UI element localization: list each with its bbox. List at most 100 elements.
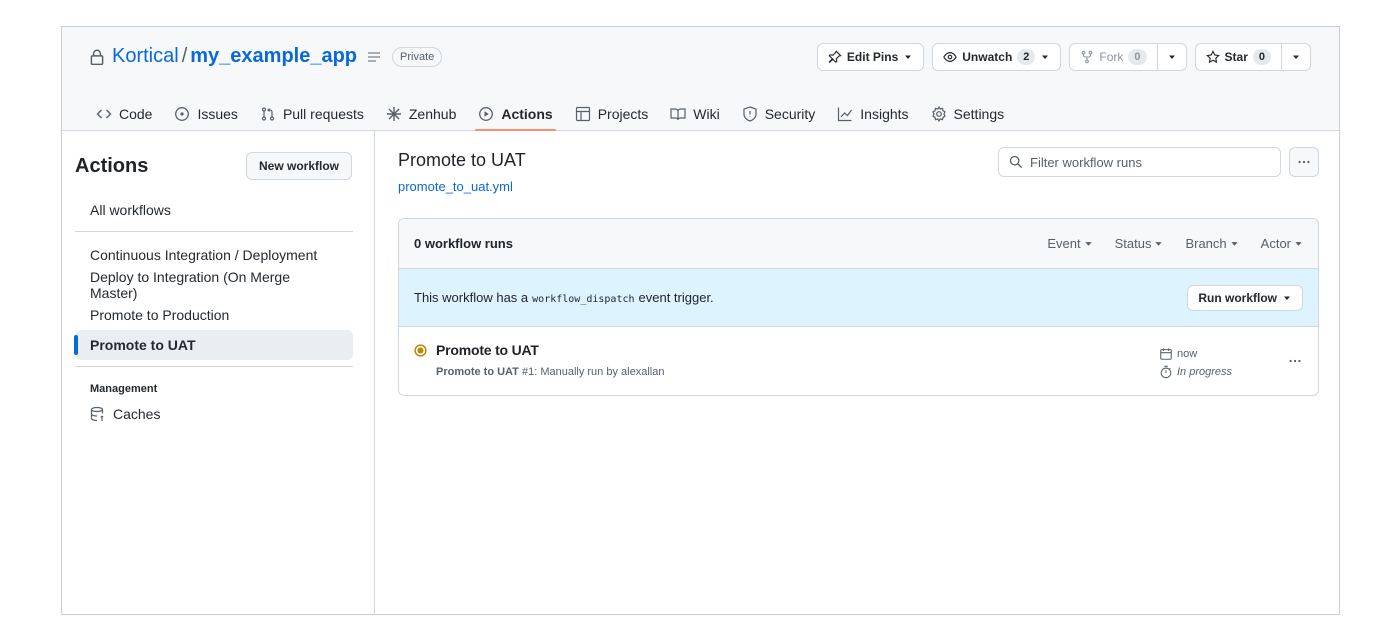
event-filter[interactable]: Event [1047,236,1092,251]
dispatch-text-after: event trigger. [638,290,714,305]
list-unordered-icon[interactable] [366,49,382,65]
star-button[interactable]: Star 0 [1194,43,1282,71]
dispatch-message: This workflow has a workflow_dispatch even… [414,290,714,305]
workflow-main: Promote to UAT promote_to_uat.yml 0 work… [398,131,1319,614]
sidebar-item-workflow-selected[interactable]: Promote to UAT [74,330,353,360]
run-meta-text: #1: Manually run by alexallan [521,366,665,378]
tab-label: Zenhub [408,106,457,122]
edit-pins-label: Edit Pins [846,50,899,64]
kebab-horizontal-icon [1298,160,1310,164]
filter-input[interactable] [1030,154,1270,170]
run-workflow-button[interactable]: Run workflow [1187,284,1303,311]
tab-wiki[interactable]: Wiki [659,97,730,131]
tab-issues[interactable]: Issues [163,97,248,131]
lock-icon [90,49,104,65]
triangle-down-icon [1042,55,1049,59]
tab-label: Insights [860,106,909,122]
sidebar-item-caches[interactable]: Caches [75,399,353,429]
code-icon [96,109,112,119]
eye-icon [943,52,958,62]
page-body: Actions New workflow All workflows Conti… [62,131,1339,614]
runs-header: 0 workflow runs Event Status Branch Acto… [399,219,1318,269]
tab-code[interactable]: Code [96,97,163,131]
tab-label: Issues [197,106,238,122]
run-status-text: In progress [1176,366,1232,378]
book-icon [670,108,686,121]
repo-forked-icon [1082,50,1093,64]
repo-separator: / [181,45,188,67]
sidebar-item-all-workflows[interactable]: All workflows [75,195,353,225]
workflow-title: Promote to UAT [398,150,526,170]
run-timing: now In progress [1159,345,1232,381]
repo-header: Kortical / my_example_app Private Edit P… [62,27,1339,131]
workflow-file-link[interactable]: promote_to_uat.yml [398,179,513,194]
filter-workflow-runs [998,147,1281,177]
new-workflow-button[interactable]: New workflow [245,152,352,180]
star-button-group: Star 0 [1194,43,1311,71]
in-progress-status-icon [414,344,427,357]
sidebar-title: Actions [75,154,149,177]
dispatch-code: workflow_dispatch [532,294,635,305]
stopwatch-icon [1160,365,1172,379]
triangle-down-icon [1231,242,1238,246]
repo-name-link[interactable]: my_example_app [190,45,357,68]
triangle-down-icon [1084,242,1092,246]
git-pull-request-icon [261,107,275,121]
tab-zenhub[interactable]: Zenhub [375,97,467,131]
play-icon [479,107,494,121]
actor-filter-label: Actor [1260,236,1291,251]
caches-label: Caches [113,406,161,422]
tab-label: Wiki [693,106,720,122]
status-filter[interactable]: Status [1115,236,1164,251]
actor-filter[interactable]: Actor [1261,236,1303,251]
table-icon [575,106,590,122]
repo-owner-link[interactable]: Kortical [112,45,179,68]
sidebar-item-workflow[interactable]: Continuous Integration / Deployment [75,240,353,270]
sidebar-item-workflow[interactable]: Deploy to Integration (On Merge Master) [75,269,353,301]
tab-insights[interactable]: Insights [826,97,919,131]
triangle-down-icon [1284,296,1290,300]
tab-label: Code [119,106,153,122]
tab-security[interactable]: Security [731,97,827,131]
repo-title: Kortical / my_example_app Private [88,45,443,68]
star-label: Star [1224,50,1248,64]
actions-sidebar: Actions New workflow All workflows Conti… [62,131,375,614]
sidebar-header: Actions New workflow [75,152,352,180]
more-options-button[interactable] [1289,147,1319,177]
triangle-down-icon [905,55,912,59]
run-workflow-label: Run workflow [1198,290,1277,305]
unwatch-button[interactable]: Unwatch 2 [932,43,1062,71]
fork-button[interactable]: Fork 0 [1069,43,1158,71]
star-dropdown-button[interactable] [1282,43,1311,71]
tab-settings[interactable]: Settings [920,97,1016,131]
triangle-down-icon [1295,242,1302,246]
unwatch-label: Unwatch [962,50,1013,64]
tab-label: Security [764,106,816,122]
run-title-link[interactable]: Promote to UAT [436,342,539,358]
database-icon [90,406,104,422]
issue-opened-icon [175,107,190,121]
dispatch-text-before: This workflow has a [414,290,529,305]
branch-filter[interactable]: Branch [1185,236,1238,251]
workflow-run-row[interactable]: Promote to UAT Promote to UAT #1: Manual… [399,327,1318,395]
tab-pull-requests[interactable]: Pull requests [249,97,375,131]
tab-projects[interactable]: Projects [564,97,660,131]
browser-frame: Kortical / my_example_app Private Edit P… [61,26,1340,615]
tab-label: Settings [953,106,1005,122]
gear-icon [931,106,946,122]
run-more-options-button[interactable] [1288,354,1302,371]
event-filter-label: Event [1047,236,1081,251]
triangle-down-icon [1155,242,1163,246]
edit-pins-button[interactable]: Edit Pins [816,43,925,71]
tab-actions[interactable]: Actions [467,97,563,131]
run-time-text: now [1176,348,1198,360]
repo-tabs: Code Issues Pull requests Zenhub Actions… [96,97,1015,131]
sidebar-item-workflow[interactable]: Promote to Production [75,300,353,330]
fork-button-group: Fork 0 [1069,43,1187,71]
repo-header-actions: Edit Pins Unwatch 2 Fork 0 Star 0 [816,43,1311,71]
tab-label: Pull requests [282,106,364,122]
triangle-down-icon [1293,55,1299,59]
run-meta: Promote to UAT #1: Manually run by alexa… [436,366,664,378]
graph-icon [838,107,853,122]
fork-dropdown-button[interactable] [1157,43,1187,71]
